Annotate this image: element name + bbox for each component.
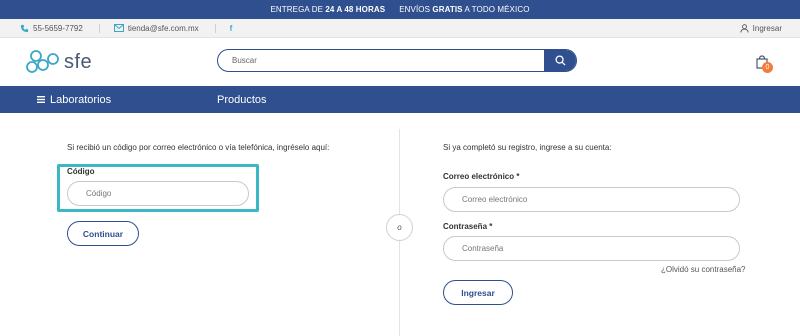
email-label: Correo electrónico * xyxy=(443,172,520,181)
nav-products[interactable]: Productos xyxy=(217,94,267,106)
separator xyxy=(214,23,216,33)
password-input[interactable]: Contraseña xyxy=(443,236,740,261)
cart-count-badge: 0 xyxy=(762,62,773,73)
search-button[interactable] xyxy=(544,50,576,71)
or-separator: o xyxy=(386,214,413,241)
contact-bar: 55-5659-7792 tienda@sfe.com.mx f Ingresa… xyxy=(0,19,800,38)
menu-icon xyxy=(37,96,45,103)
search-bar xyxy=(217,49,577,72)
logo-text: sfe xyxy=(64,50,93,73)
code-input[interactable]: Código xyxy=(67,181,249,206)
login-button[interactable]: Ingresar xyxy=(443,280,513,305)
email-input[interactable]: Correo electrónico xyxy=(443,187,740,212)
logo[interactable]: sfe xyxy=(26,50,92,74)
email-text: tienda@sfe.com.mx xyxy=(127,23,199,33)
email-link[interactable]: tienda@sfe.com.mx xyxy=(113,23,199,33)
user-icon xyxy=(740,23,749,33)
categories-menu[interactable]: Laboratorios xyxy=(37,94,111,106)
logo-icon xyxy=(26,50,59,73)
code-section-title: Si recibió un código por correo electrón… xyxy=(67,143,330,152)
search-icon xyxy=(554,55,566,66)
login-link[interactable]: Ingresar xyxy=(740,24,782,33)
login-section-title: Si ya completó su registro, ingrese a su… xyxy=(443,143,612,152)
promo-shipping: ENVÍOS GRATIS A TODO MÉXICO xyxy=(399,5,530,14)
site-header: sfe 0 xyxy=(0,38,800,86)
password-label: Contraseña * xyxy=(443,222,493,231)
facebook-icon[interactable]: f xyxy=(230,24,233,33)
separator xyxy=(98,23,100,33)
phone-icon xyxy=(20,24,29,32)
main-nav: Laboratorios Productos xyxy=(0,86,800,113)
continue-button[interactable]: Continuar xyxy=(67,221,139,246)
search-input[interactable] xyxy=(218,56,544,65)
phone-link[interactable]: 55-5659-7792 xyxy=(20,24,83,33)
forgot-password-link[interactable]: ¿Olvidó su contraseña? xyxy=(661,265,746,274)
mail-icon xyxy=(113,24,124,32)
phone-text: 55-5659-7792 xyxy=(33,23,83,33)
cart-button[interactable]: 0 xyxy=(756,55,773,74)
login-text: Ingresar xyxy=(752,23,782,33)
promo-bar: ENTREGA DE 24 A 48 HORAS ENVÍOS GRATIS A… xyxy=(0,0,800,19)
categories-label: Laboratorios xyxy=(50,93,112,106)
promo-delivery: ENTREGA DE 24 A 48 HORAS xyxy=(270,5,386,14)
